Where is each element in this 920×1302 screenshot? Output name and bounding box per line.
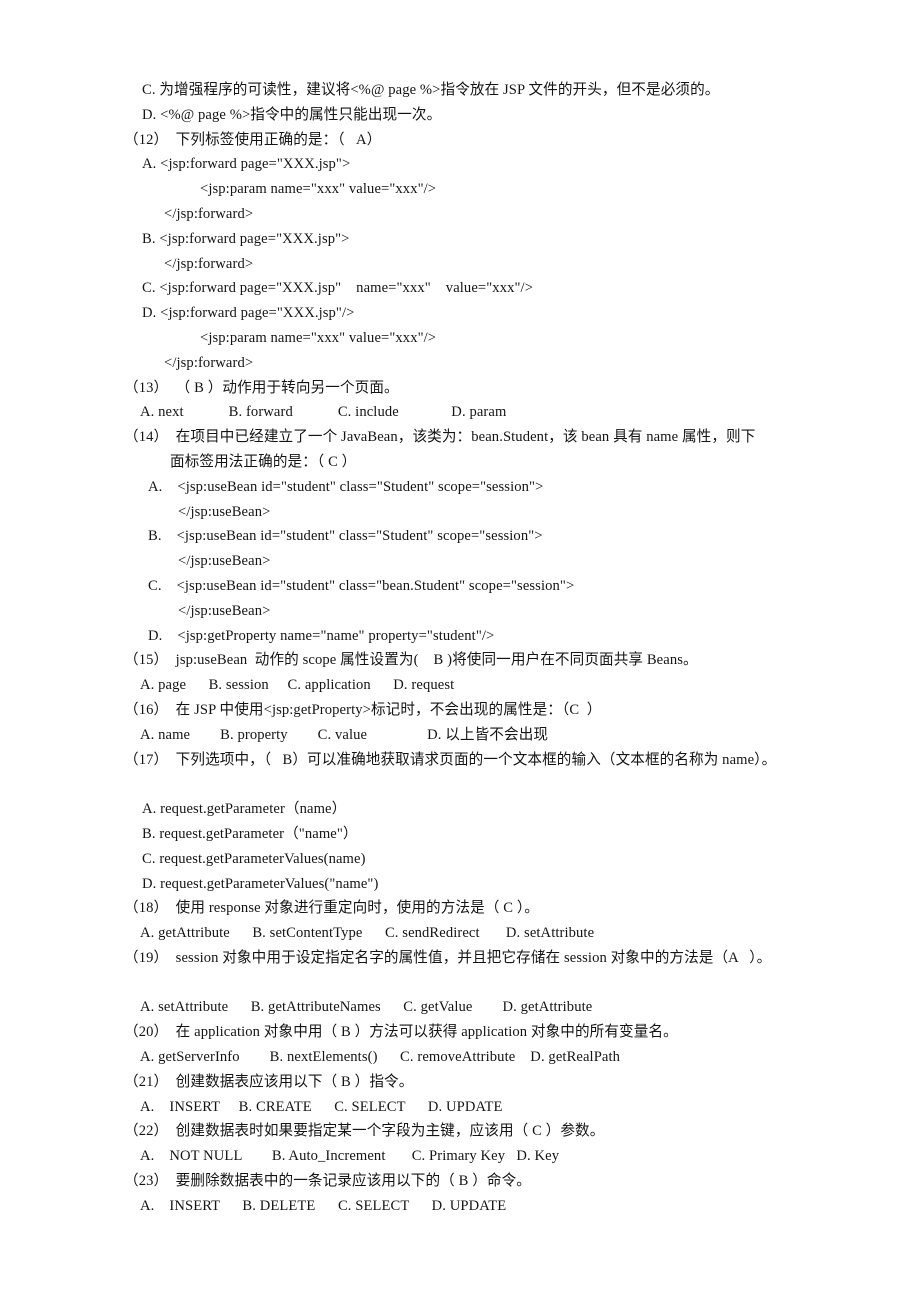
option-row: A. getServerInfo B. nextElements() C. re…	[140, 1049, 621, 1066]
option-line: C. <jsp:forward page="XXX.jsp" name="xxx…	[142, 280, 534, 297]
option-line: </jsp:forward>	[164, 255, 254, 272]
option-row: A. setAttribute B. getAttributeNames C. …	[140, 999, 593, 1016]
question-line: （22） 创建数据表时如果要指定某一个字段为主键，应该用（ C ）参数。	[124, 1123, 605, 1140]
option-row: A. page B. session C. application D. req…	[140, 677, 455, 694]
question-line: （14） 在项目中已经建立了一个 JavaBean，该类为：bean.Stude…	[124, 429, 756, 446]
option-row: A. next B. forward C. include D. param	[140, 404, 507, 421]
question-line: （23） 要删除数据表中的一条记录应该用以下的（ B ）命令。	[124, 1173, 531, 1190]
option-row: A. INSERT B. DELETE C. SELECT D. UPDATE	[140, 1197, 507, 1214]
option-line: D. <jsp:getProperty name="name" property…	[148, 627, 495, 644]
exam-question-body: C. 为增强程序的可读性，建议将<%@ page %>指令放在 JSP 文件的开…	[118, 78, 878, 1219]
option-row: A. INSERT B. CREATE C. SELECT D. UPDATE	[140, 1098, 503, 1115]
option-line: C. <jsp:useBean id="student" class="bean…	[148, 577, 575, 594]
option-line: C. 为增强程序的可读性，建议将<%@ page %>指令放在 JSP 文件的开…	[142, 82, 720, 98]
option-line: </jsp:forward>	[164, 205, 254, 222]
question-line: （12） 下列标签使用正确的是：（ A）	[124, 131, 382, 148]
option-line: D. <%@ page %>指令中的属性只能出现一次。	[142, 106, 442, 123]
document-page: C. 为增强程序的可读性，建议将<%@ page %>指令放在 JSP 文件的开…	[0, 0, 920, 1302]
option-row: A. NOT NULL B. Auto_Increment C. Primary…	[140, 1148, 560, 1165]
question-line: （16） 在 JSP 中使用<jsp:getProperty>标记时，不会出现的…	[124, 701, 602, 718]
option-line: D. <jsp:forward page="XXX.jsp"/>	[142, 305, 355, 322]
option-line: C. request.getParameterValues(name)	[142, 850, 366, 867]
option-line: B. <jsp:forward page="XXX.jsp">	[142, 230, 350, 247]
option-line: A. request.getParameter（name）	[142, 801, 347, 818]
question-line: （17） 下列选项中，（ B）可以准确地获取请求页面的一个文本框的输入（文本框的…	[124, 751, 777, 768]
question-line: （20） 在 application 对象中用（ B ）方法可以获得 appli…	[124, 1024, 678, 1041]
option-row: A. getAttribute B. setContentType C. sen…	[140, 925, 595, 942]
option-line: </jsp:forward>	[164, 354, 254, 371]
question-continuation-line: 面标签用法正确的是：（ C ）	[170, 453, 357, 470]
option-line: </jsp:useBean>	[178, 553, 271, 570]
question-line: （19） session 对象中用于设定指定名字的属性值，并且把它存储在 ses…	[124, 949, 772, 966]
question-line: （15） jsp:useBean 动作的 scope 属性设置为( B )将使同…	[124, 652, 698, 669]
option-line: <jsp:param name="xxx" value="xxx"/>	[200, 181, 437, 198]
option-row: A. name B. property C. value D. 以上皆不会出现	[140, 726, 549, 743]
question-line: （13） （ B ）动作用于转向另一个页面。	[124, 379, 399, 396]
question-line: （21） 创建数据表应该用以下（ B ）指令。	[124, 1073, 414, 1090]
option-line: </jsp:useBean>	[178, 602, 271, 619]
option-line: D. request.getParameterValues("name")	[142, 875, 379, 892]
option-line: B. <jsp:useBean id="student" class="Stud…	[148, 528, 543, 545]
option-line: </jsp:useBean>	[178, 503, 271, 520]
option-line: A. <jsp:forward page="XXX.jsp">	[142, 156, 351, 173]
option-line: B. request.getParameter（"name"）	[142, 825, 358, 842]
option-line: A. <jsp:useBean id="student" class="Stud…	[148, 478, 544, 495]
option-line: <jsp:param name="xxx" value="xxx"/>	[200, 329, 437, 346]
question-line: （18） 使用 response 对象进行重定向时，使用的方法是（ C ）。	[124, 900, 539, 917]
